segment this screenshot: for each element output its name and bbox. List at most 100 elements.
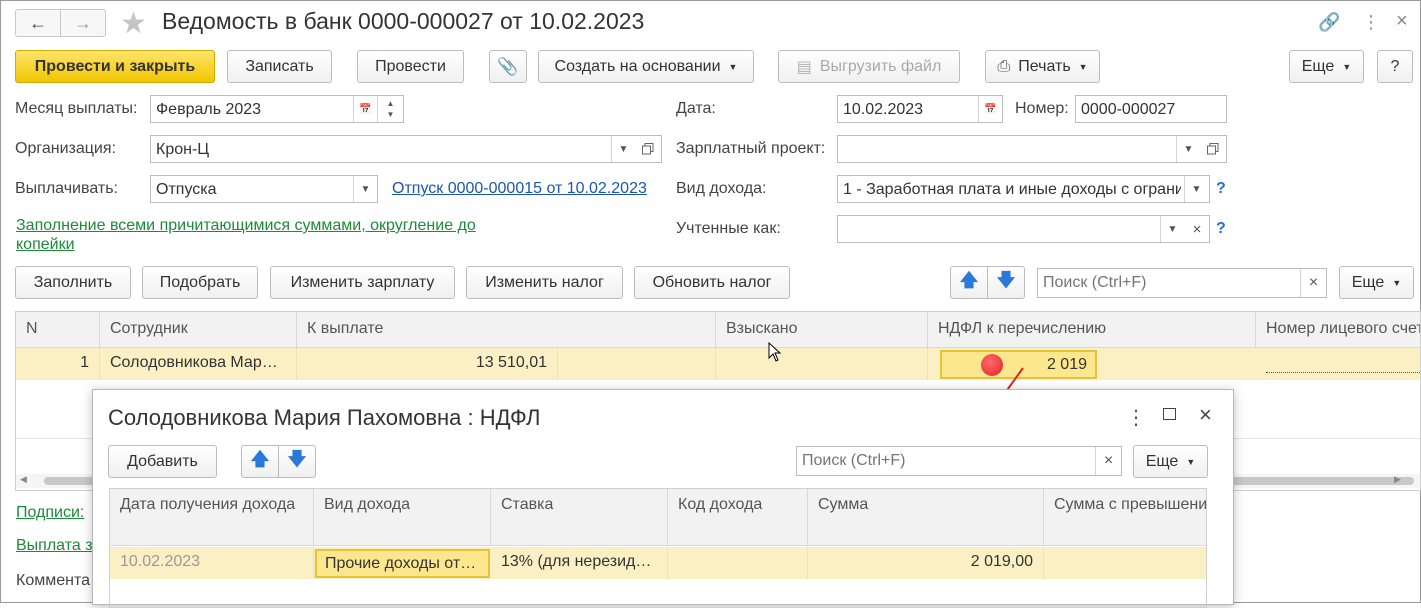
more-button[interactable]: Еще ▼: [1289, 50, 1364, 83]
income-type-help-icon[interactable]: ?: [1216, 180, 1226, 198]
fill-button[interactable]: Заполнить: [15, 266, 131, 299]
clear-icon[interactable]: ×: [1095, 447, 1121, 475]
table-search-input[interactable]: [1041, 272, 1296, 294]
paperclip-icon: 📎: [497, 56, 519, 76]
table-more-button[interactable]: Еще ▼: [1339, 266, 1414, 299]
row-rate[interactable]: 13% (для нерезидентов): [491, 547, 668, 579]
save-button[interactable]: Записать: [227, 50, 332, 83]
change-tax-button[interactable]: Изменить налог: [466, 266, 623, 299]
chevron-down-icon[interactable]: ▼: [1184, 176, 1208, 202]
column-header-employee[interactable]: Сотрудник: [100, 312, 297, 348]
maximize-icon[interactable]: [1163, 408, 1176, 420]
mouse-cursor-icon: [768, 342, 782, 362]
chevron-down-icon[interactable]: ▼: [353, 176, 377, 202]
month-field[interactable]: Февраль 2023 📅 ▲ ▼: [150, 95, 404, 123]
chevron-down-icon[interactable]: ▼: [1176, 136, 1200, 162]
star-icon[interactable]: ★: [120, 6, 147, 41]
popup-search-input[interactable]: [800, 450, 1092, 472]
add-button[interactable]: Добавить: [108, 445, 217, 478]
pay-type-field[interactable]: Отпуска ▼: [150, 175, 378, 203]
pay-label: Выплачивать:: [15, 180, 118, 197]
row-to-pay[interactable]: 13 510,01: [297, 348, 558, 380]
move-up-button[interactable]: 🡅: [950, 266, 988, 299]
forward-button[interactable]: →: [60, 9, 106, 37]
column-header-income-type[interactable]: Вид дохода: [314, 489, 491, 546]
counted-as-help-icon[interactable]: ?: [1216, 220, 1226, 238]
row-income-code[interactable]: [668, 547, 808, 579]
column-header-income-code[interactable]: Код дохода: [668, 489, 808, 546]
income-type-field[interactable]: 1 - Заработная плата и иные доходы с огр…: [837, 175, 1210, 203]
create-based-on-button[interactable]: Создать на основании ▼: [538, 50, 754, 83]
column-header-excess-sum[interactable]: Сумма с превышения: [1044, 489, 1206, 546]
column-header-to-pay[interactable]: К выплате: [297, 312, 716, 348]
move-down-button[interactable]: 🡇: [987, 266, 1025, 299]
payment-link[interactable]: Выплата з: [16, 537, 93, 555]
column-header-collected[interactable]: Взыскано: [716, 312, 928, 348]
fill-settings-link[interactable]: Заполнение всеми причитающимися суммами,…: [16, 216, 516, 254]
more-vertical-icon[interactable]: ⋮: [1362, 12, 1380, 33]
update-tax-button[interactable]: Обновить налог: [634, 266, 790, 299]
popup-move-down-button[interactable]: 🡇: [278, 445, 316, 478]
date-label: Дата:: [676, 100, 716, 117]
pick-button[interactable]: Подобрать: [142, 266, 258, 299]
popup-search-field[interactable]: ×: [796, 446, 1122, 476]
arrow-left-icon: ←: [29, 12, 47, 33]
change-salary-button[interactable]: Изменить зарплату: [270, 266, 455, 299]
row-employee[interactable]: Солодовникова Мария Пахомовна: [100, 348, 297, 380]
printer-icon: ⎙: [997, 57, 1011, 75]
date-field[interactable]: 10.02.2023 📅: [837, 95, 1003, 123]
number-value: 0000-000027: [1081, 101, 1176, 118]
scroll-right-icon[interactable]: ▶: [1394, 474, 1401, 485]
post-button[interactable]: Провести: [357, 50, 464, 83]
row-income-date[interactable]: 10.02.2023: [110, 547, 314, 579]
counted-as-field[interactable]: ▼ ×: [837, 215, 1210, 243]
print-button[interactable]: ⎙ Печать ▼: [985, 50, 1100, 83]
column-header-account[interactable]: Номер лицевого счета: [1256, 312, 1420, 348]
clear-icon[interactable]: ×: [1184, 216, 1210, 242]
chevron-down-icon[interactable]: ▼: [1160, 216, 1184, 242]
column-header-rate[interactable]: Ставка: [491, 489, 668, 546]
attach-button[interactable]: 📎: [489, 50, 527, 83]
signatures-link[interactable]: Подписи:: [16, 504, 84, 522]
popup-more-button[interactable]: Еще ▼: [1133, 445, 1208, 478]
salary-project-field[interactable]: ▼: [837, 135, 1227, 163]
open-icon[interactable]: [635, 136, 661, 162]
help-button[interactable]: ?: [1377, 50, 1413, 83]
close-icon[interactable]: ×: [1396, 10, 1408, 33]
organization-field[interactable]: Крон-Ц ▼: [150, 135, 662, 163]
number-field[interactable]: 0000-000027: [1075, 95, 1227, 123]
income-type-value: 1 - Заработная плата и иные доходы с огр…: [843, 181, 1181, 198]
column-header-ndfl[interactable]: НДФЛ к перечислению: [928, 312, 1256, 348]
row-income-type-cell[interactable]: Прочие доходы от трудовой деятельности: [315, 549, 490, 578]
popup-move-up-button[interactable]: 🡅: [241, 445, 279, 478]
pay-type-value: Отпуска: [156, 181, 217, 198]
open-icon[interactable]: [1200, 136, 1226, 162]
close-icon[interactable]: ×: [1199, 402, 1212, 428]
row-excess-sum[interactable]: [1044, 547, 1206, 579]
month-stepper[interactable]: ▲ ▼: [377, 96, 403, 122]
column-header-n[interactable]: N: [16, 312, 100, 348]
table-search-field[interactable]: ×: [1037, 268, 1327, 298]
row-sum[interactable]: 2 019,00: [808, 547, 1044, 579]
arrow-right-icon: →: [74, 12, 92, 33]
link-icon[interactable]: 🔗: [1318, 12, 1340, 33]
scroll-left-icon[interactable]: ◀: [20, 474, 27, 485]
chevron-down-icon[interactable]: ▼: [611, 136, 635, 162]
post-and-close-button[interactable]: Провести и закрыть: [15, 50, 215, 83]
print-label: Печать: [1018, 57, 1071, 75]
export-icon: ▤: [796, 58, 812, 76]
calendar-icon[interactable]: 📅: [353, 96, 377, 122]
chevron-down-icon: ▼: [1078, 61, 1088, 72]
column-header-sum[interactable]: Сумма: [808, 489, 1044, 546]
chevron-down-icon: ▼: [1342, 61, 1352, 72]
calendar-icon[interactable]: 📅: [978, 96, 1002, 122]
row-account[interactable]: [1256, 348, 1420, 380]
export-file-button[interactable]: ▤ Выгрузить файл: [778, 50, 960, 83]
more-vertical-icon[interactable]: ⋮: [1126, 405, 1146, 430]
column-header-income-date[interactable]: Дата получения дохода: [110, 489, 314, 546]
counted-as-label: Учтенные как:: [676, 220, 781, 237]
clear-icon[interactable]: ×: [1300, 269, 1326, 297]
row-collected[interactable]: [716, 348, 928, 380]
back-button[interactable]: ←: [15, 9, 61, 37]
vacation-document-link[interactable]: Отпуск 0000-000015 от 10.02.2023: [392, 180, 647, 198]
